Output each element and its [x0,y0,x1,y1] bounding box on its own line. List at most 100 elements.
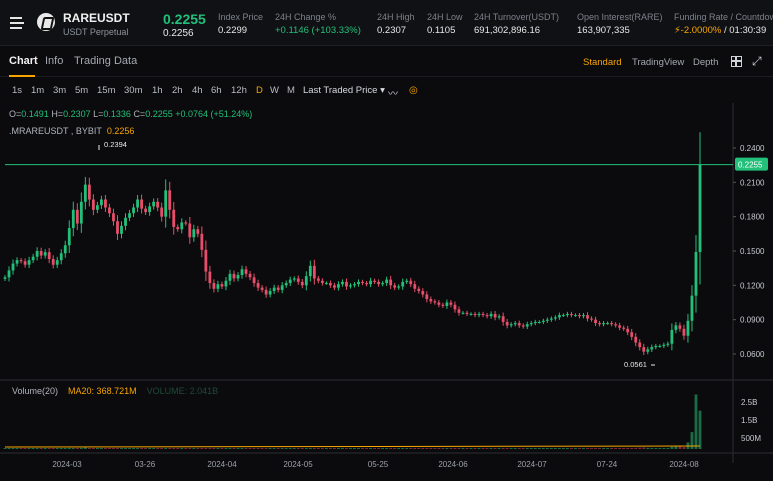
volume-bar [497,448,501,449]
volume-bar [216,448,220,449]
candle [594,319,597,324]
volume-bar [160,448,164,449]
timeframe-15m[interactable]: 15m [97,85,115,96]
candle [429,299,433,302]
timeframe-d[interactable]: D [256,85,263,96]
candle [156,201,160,208]
volume-bar [377,448,381,449]
tab-trading-data[interactable]: Trading Data [74,55,137,67]
tab-tradingview[interactable]: TradingView [632,57,684,68]
fullscreen-icon[interactable]: ⤢ [752,55,764,67]
candle [79,201,83,224]
candle [413,284,417,289]
volume-bar [300,448,304,449]
candle [437,302,441,305]
candle [409,280,413,285]
volume-bar [698,410,702,449]
volume-bar [200,448,204,449]
volume-bar [666,448,670,449]
volume-bar [417,448,421,449]
menu-icon[interactable] [10,17,24,29]
date-tick-label: 2024-08 [669,460,699,469]
candle [445,302,449,306]
timeframe-12h[interactable]: 12h [231,85,247,96]
timeframe-5m[interactable]: 5m [75,85,88,96]
volume-bar [67,447,71,449]
volume-bar [144,448,148,449]
chart-area[interactable]: 0.2400 0.2100 0.1800 0.1500 0.1200 0.0900 0.06… [0,103,773,481]
volume-bar [610,448,614,449]
line-tool-icon[interactable]: 〰 [388,85,398,100]
volume-bar [204,448,208,449]
volume-bar [465,448,469,449]
volume-bar [256,448,260,449]
candle [192,229,196,238]
candle [525,324,529,327]
candle [654,345,658,348]
timeframe-1h[interactable]: 1h [152,85,163,96]
volume-bar [481,448,485,449]
volume-bar [248,448,252,449]
volume-bar [228,448,232,449]
candle [357,281,360,285]
volume-bar [553,448,557,449]
timeframe-m[interactable]: M [287,85,295,96]
volume-bar [678,446,682,449]
stat-value: 0.2307 [377,25,407,36]
candle [377,281,381,285]
volume-bar [132,448,135,449]
tab-chart[interactable]: Chart [9,55,38,67]
candle [441,304,445,306]
candle [497,316,501,318]
volume-bar [337,448,340,449]
volume-bar [642,447,646,449]
candle [690,295,694,321]
timeframe-w[interactable]: W [270,85,279,96]
stat-24h-change: 24H Change % +0.1146 (+103.33%) [275,12,361,36]
candle [566,313,569,316]
volume-bar [397,448,401,449]
o-label: O= [9,109,22,119]
volume-bar [260,448,264,449]
volume-bar [51,448,55,449]
timeframe-6h[interactable]: 6h [211,85,222,96]
candle [47,252,51,260]
candle [614,324,618,326]
timeframe-1s[interactable]: 1s [12,85,22,96]
tab-standard[interactable]: Standard [583,57,622,68]
layout-grid-icon[interactable] [731,56,742,67]
volume-bar [284,448,288,449]
symbol-name[interactable]: RAREUSDT [63,11,130,25]
candle [148,206,152,213]
candle [75,209,79,224]
price-source-select[interactable]: Last Traded Price ▾ [303,85,385,96]
volume-bar [445,448,449,449]
candle [208,271,212,284]
candle [646,349,650,352]
timeframe-4h[interactable]: 4h [192,85,203,96]
candle [582,315,585,317]
volume-bar [493,448,497,449]
candle [465,312,469,314]
volume-bar [79,447,83,449]
candle [100,199,103,206]
timeframe-3m[interactable]: 3m [53,85,66,96]
volume-bar [116,448,119,449]
c-label: C= [133,109,146,119]
candle [63,245,67,254]
indicator-icon[interactable]: ◎ [409,85,418,96]
timeframe-1m[interactable]: 1m [31,85,44,96]
timeframe-30m[interactable]: 30m [124,85,142,96]
volume-bar [91,448,95,449]
timeframe-2h[interactable]: 2h [172,85,183,96]
tab-depth[interactable]: Depth [693,57,718,68]
candlestick-chart[interactable]: 0.2400 0.2100 0.1800 0.1500 0.1200 0.0900 0.06… [0,103,773,481]
candle [300,281,304,286]
h-label: H= [51,109,64,119]
candle [67,228,71,246]
candle [104,199,107,208]
candle [19,260,23,262]
volume-bar [650,448,654,449]
tab-info[interactable]: Info [45,55,63,67]
candle [349,285,352,287]
